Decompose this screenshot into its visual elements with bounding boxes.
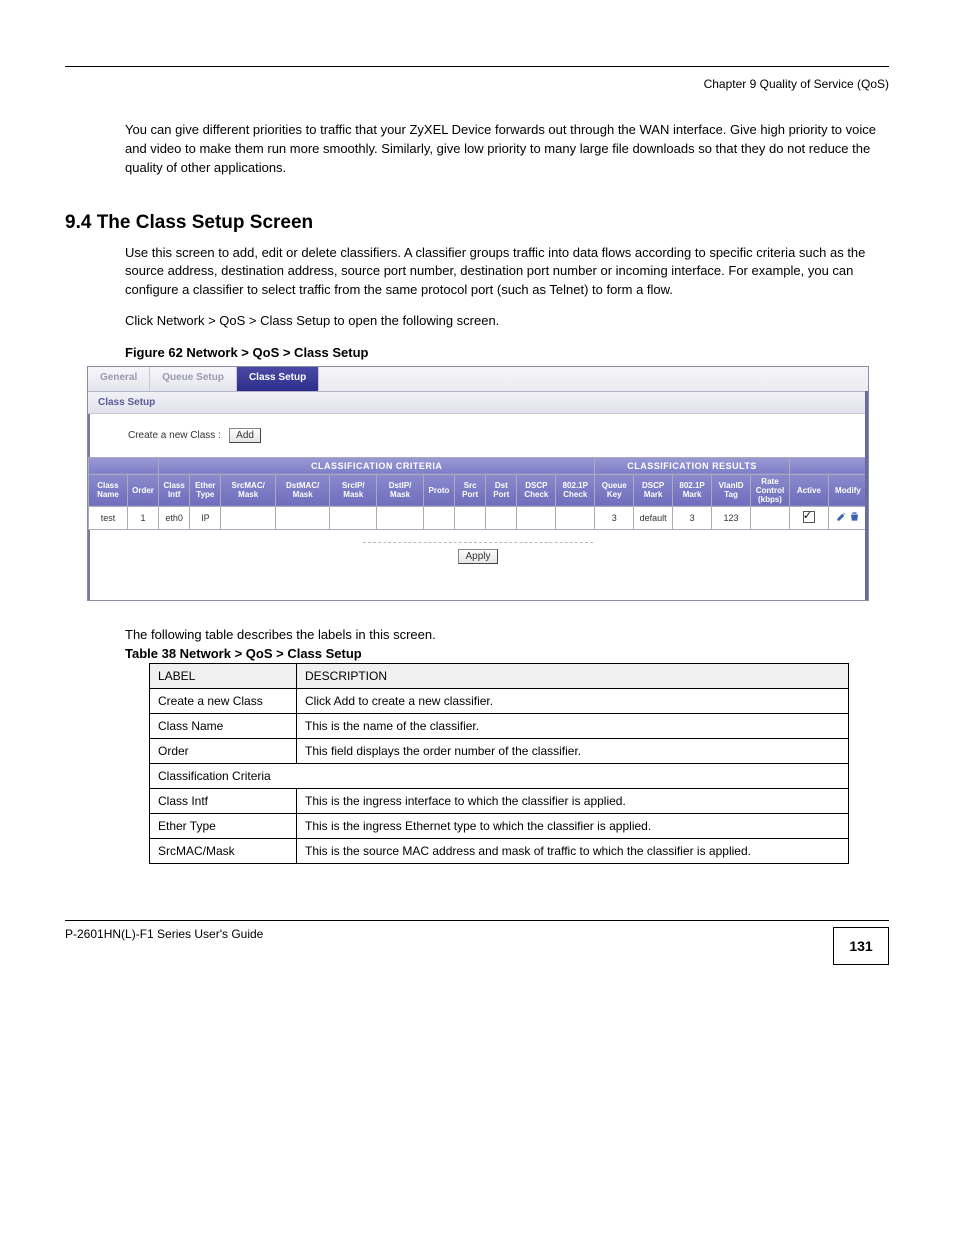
cell-8021p-mark: 3 — [673, 506, 712, 529]
col-ether-type: Ether Type — [190, 474, 221, 506]
doc-cell-span: Classification Criteria — [150, 763, 849, 788]
footer-left: P-2601HN(L)-F1 Series User's Guide — [65, 927, 263, 941]
doc-cell-desc: This field displays the order number of … — [297, 738, 849, 763]
table-row: Class Name This is the name of the class… — [150, 713, 849, 738]
cell-8021p-check — [556, 506, 595, 529]
edit-icon[interactable] — [836, 511, 847, 524]
cell-class-intf: eth0 — [159, 506, 190, 529]
cell-srcmac — [221, 506, 276, 529]
cell-vlanid-tag: 123 — [712, 506, 751, 529]
table-row: test 1 eth0 IP 3 default 3 123 — [89, 506, 868, 529]
tab-queue-setup[interactable]: Queue Setup — [150, 367, 237, 391]
cell-ether-type: IP — [190, 506, 221, 529]
apply-button[interactable]: Apply — [458, 549, 497, 564]
col-srcport: Src Port — [455, 474, 486, 506]
cell-dscp-mark: default — [634, 506, 673, 529]
doc-cell-desc: This is the source MAC address and mask … — [297, 838, 849, 863]
cell-class-name: test — [89, 506, 128, 529]
doc-table: LABEL DESCRIPTION Create a new Class Cli… — [149, 663, 849, 864]
table-row: Ether Type This is the ingress Ethernet … — [150, 813, 849, 838]
group-blank-right — [789, 457, 867, 474]
cell-order: 1 — [127, 506, 158, 529]
cell-srcport — [455, 506, 486, 529]
col-8021p-check: 802.1P Check — [556, 474, 595, 506]
cell-srcip — [330, 506, 377, 529]
col-dscp-check: DSCP Check — [517, 474, 556, 506]
col-dstport: Dst Port — [486, 474, 517, 506]
col-class-name: Class Name — [89, 474, 128, 506]
doc-cell-label: Create a new Class — [150, 688, 297, 713]
doc-cell-label: Class Name — [150, 713, 297, 738]
tab-class-setup[interactable]: Class Setup — [237, 367, 319, 391]
doc-table-caption: Table 38 Network > QoS > Class Setup — [125, 646, 889, 661]
doc-cell-label: Ether Type — [150, 813, 297, 838]
page-number: 131 — [833, 927, 889, 965]
chapter-line: Chapter 9 Quality of Service (QoS) — [65, 77, 889, 91]
table-row: SrcMAC/Mask This is the source MAC addre… — [150, 838, 849, 863]
group-criteria: CLASSIFICATION CRITERIA — [159, 457, 595, 474]
col-class-intf: Class Intf — [159, 474, 190, 506]
create-class-label: Create a new Class : — [128, 430, 221, 441]
doc-cell-desc: This is the name of the classifier. — [297, 713, 849, 738]
cell-queue-key: 3 — [595, 506, 634, 529]
panel-subhead: Class Setup — [88, 392, 868, 414]
table-row: Order This field displays the order numb… — [150, 738, 849, 763]
table-row: Classification Criteria — [150, 763, 849, 788]
section-paragraph-1: Use this screen to add, edit or delete c… — [65, 244, 889, 301]
col-dscp-mark: DSCP Mark — [634, 474, 673, 506]
col-rate-control: Rate Control (kbps) — [751, 474, 790, 506]
doc-cell-desc: This is the ingress interface to which t… — [297, 788, 849, 813]
active-checkbox[interactable] — [803, 511, 815, 523]
cell-active — [789, 506, 828, 529]
tab-general[interactable]: General — [88, 367, 150, 391]
table-row: Class Intf This is the ingress interface… — [150, 788, 849, 813]
doc-cell-desc: Click Add to create a new classifier. — [297, 688, 849, 713]
qos-class-table: CLASSIFICATION CRITERIA CLASSIFICATION R… — [88, 457, 868, 530]
cell-proto — [423, 506, 454, 529]
cell-dstip — [377, 506, 424, 529]
col-dstmac: DstMAC/ Mask — [275, 474, 330, 506]
col-dstip: DstIP/ Mask — [377, 474, 424, 506]
figure-caption: Figure 62 Network > QoS > Class Setup — [125, 345, 889, 360]
screenshot-panel: General Queue Setup Class Setup Class Se… — [87, 366, 869, 601]
col-8021p-mark: 802.1P Mark — [673, 474, 712, 506]
doc-th-label: LABEL — [150, 663, 297, 688]
add-button[interactable]: Add — [229, 428, 261, 443]
cell-modify — [828, 506, 867, 529]
doc-cell-desc: This is the ingress Ethernet type to whi… — [297, 813, 849, 838]
col-srcmac: SrcMAC/ Mask — [221, 474, 276, 506]
delete-icon[interactable] — [849, 511, 860, 524]
group-blank-left — [89, 457, 159, 474]
cell-dscp-check — [517, 506, 556, 529]
cell-dstmac — [275, 506, 330, 529]
doc-cell-label: Class Intf — [150, 788, 297, 813]
cell-rate — [751, 506, 790, 529]
doc-th-desc: DESCRIPTION — [297, 663, 849, 688]
section-paragraph-2: Click Network > QoS > Class Setup to ope… — [65, 312, 889, 331]
col-vlanid-tag: VlanID Tag — [712, 474, 751, 506]
doc-cell-label: SrcMAC/Mask — [150, 838, 297, 863]
col-active: Active — [789, 474, 828, 506]
col-srcip: SrcIP/ Mask — [330, 474, 377, 506]
table-row: Create a new Class Click Add to create a… — [150, 688, 849, 713]
col-order: Order — [127, 474, 158, 506]
col-queue-key: Queue Key — [595, 474, 634, 506]
tabs: General Queue Setup Class Setup — [88, 367, 868, 392]
table-intro: The following table describes the labels… — [125, 627, 889, 642]
col-modify: Modify — [828, 474, 867, 506]
intro-paragraph: You can give different priorities to tra… — [65, 121, 889, 178]
cell-dstport — [486, 506, 517, 529]
doc-cell-label: Order — [150, 738, 297, 763]
section-heading: 9.4 The Class Setup Screen — [65, 212, 889, 234]
group-results: CLASSIFICATION RESULTS — [595, 457, 790, 474]
col-proto: Proto — [423, 474, 454, 506]
